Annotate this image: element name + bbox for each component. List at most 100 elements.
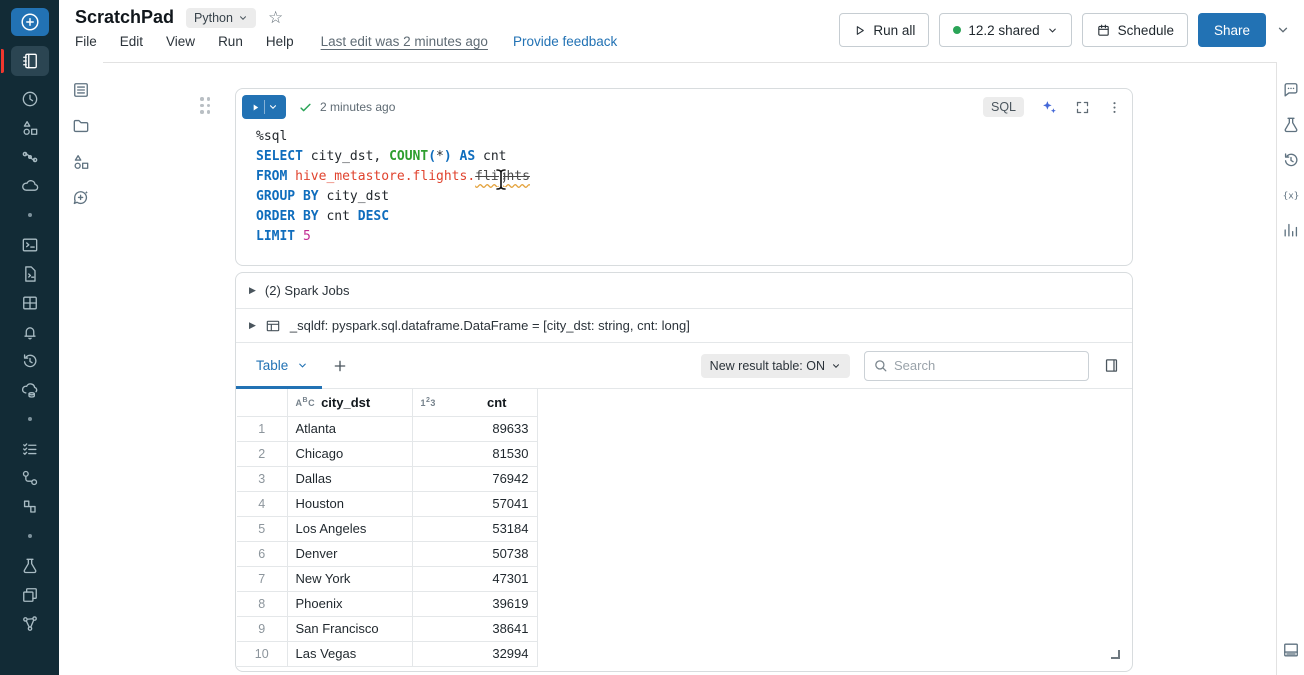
models-icon[interactable] — [19, 584, 41, 606]
catalog-icon[interactable] — [70, 151, 92, 173]
menu-item-help[interactable]: Help — [266, 34, 294, 49]
databricks-notebook-app: ScratchPad Python ☆ FileEditViewRunHelp … — [0, 0, 1304, 675]
row-number: 9 — [237, 616, 287, 641]
add-visualization-button[interactable] — [332, 358, 348, 374]
cell-cnt: 89633 — [412, 416, 537, 441]
dashboards-icon[interactable] — [19, 292, 41, 314]
side-panel-icon[interactable] — [1103, 357, 1120, 374]
header-divider — [103, 62, 1304, 63]
pipelines-icon[interactable] — [19, 496, 41, 518]
section-separator-dot — [28, 534, 32, 538]
cell-city: Chicago — [287, 441, 412, 466]
sqldf-toggle[interactable]: ▶ _sqldf: pyspark.sql.dataframe.DataFram… — [236, 309, 1132, 343]
cell-cnt: 81530 — [412, 441, 537, 466]
cell-cnt: 39619 — [412, 591, 537, 616]
cell-cnt: 47301 — [412, 566, 537, 591]
chevron-down-icon — [238, 13, 248, 23]
cell-city: Dallas — [287, 466, 412, 491]
chevron-down-icon — [268, 102, 278, 112]
caret-right-icon: ▶ — [249, 285, 256, 296]
fullscreen-icon[interactable] — [1075, 100, 1090, 115]
active-tab-underline — [236, 386, 322, 389]
experiments-flask-icon[interactable] — [19, 555, 41, 577]
menu-item-run[interactable]: Run — [218, 34, 243, 49]
results-search — [864, 351, 1089, 381]
table-row: 9San Francisco38641 — [237, 616, 537, 641]
table-row: 10Las Vegas32994 — [237, 641, 537, 666]
play-icon — [250, 102, 261, 113]
sidebar-item-workspace-active[interactable] — [11, 46, 49, 76]
caret-right-icon: ▶ — [249, 320, 256, 331]
play-icon — [853, 24, 866, 37]
feature-store-icon[interactable] — [19, 613, 41, 635]
sqldf-label: _sqldf: pyspark.sql.dataframe.DataFrame … — [290, 318, 690, 333]
section-separator-dot — [28, 213, 32, 217]
charts-icon[interactable] — [1281, 220, 1301, 240]
alerts-bell-icon[interactable] — [19, 321, 41, 343]
version-history-icon[interactable] — [1281, 150, 1301, 170]
clusters-cloud-icon[interactable] — [19, 175, 41, 197]
job-runs-icon[interactable] — [19, 438, 41, 460]
recents-clock-icon[interactable] — [19, 88, 41, 110]
folder-icon[interactable] — [70, 115, 92, 137]
language-selector[interactable]: Python — [186, 8, 256, 28]
sql-editor-icon[interactable] — [19, 234, 41, 256]
bottom-panel-icon[interactable] — [1281, 640, 1301, 660]
column-header-city_dst[interactable]: ABCcity_dst — [287, 389, 412, 416]
provide-feedback-link[interactable]: Provide feedback — [513, 34, 617, 49]
run-all-button[interactable]: Run all — [839, 13, 929, 47]
experiments-flask-icon[interactable] — [1281, 115, 1301, 135]
cell-menu-kebab-icon[interactable] — [1107, 100, 1122, 115]
sql-code-editor[interactable]: %sqlSELECT city_dst, COUNT(*) AS cntFROM… — [256, 127, 530, 247]
chevron-down-icon — [831, 361, 841, 371]
cell-drag-handle[interactable] — [200, 97, 214, 114]
dataframe-table-icon — [265, 318, 281, 334]
code-line: LIMIT 5 — [256, 227, 530, 247]
svg-text:{x}: {x} — [1282, 190, 1299, 201]
row-number: 6 — [237, 541, 287, 566]
favorite-star-icon[interactable]: ☆ — [268, 9, 283, 26]
queries-icon[interactable] — [19, 263, 41, 285]
row-number: 1 — [237, 416, 287, 441]
spark-jobs-label: (2) Spark Jobs — [265, 283, 350, 298]
tab-table[interactable]: Table — [256, 358, 308, 373]
cell-language-badge[interactable]: SQL — [983, 97, 1024, 117]
active-indicator — [1, 49, 4, 73]
new-button[interactable] — [11, 8, 49, 36]
query-history-icon[interactable] — [19, 350, 41, 372]
menu-item-file[interactable]: File — [75, 34, 97, 49]
ml-flow-icon[interactable] — [19, 146, 41, 168]
search-icon — [873, 358, 888, 373]
comments-icon[interactable] — [1281, 80, 1301, 100]
workflows-icon[interactable] — [19, 467, 41, 489]
table-row: 2Chicago81530 — [237, 441, 537, 466]
cluster-selector[interactable]: 12.2 shared — [939, 13, 1071, 47]
row-number: 4 — [237, 491, 287, 516]
menu-item-edit[interactable]: Edit — [120, 34, 143, 49]
toc-icon[interactable] — [70, 79, 92, 101]
assistant-sparkle-icon[interactable] — [1041, 99, 1058, 116]
column-header-cnt[interactable]: 123cnt — [412, 389, 537, 416]
schedule-button[interactable]: Schedule — [1082, 13, 1188, 47]
menu-item-view[interactable]: View — [166, 34, 195, 49]
dtype-number-icon: 123 — [421, 397, 436, 408]
variables-icon[interactable]: {x} — [1281, 185, 1301, 205]
search-input[interactable] — [894, 358, 1064, 373]
table-row: 5Los Angeles53184 — [237, 516, 537, 541]
run-cell-button[interactable] — [242, 95, 286, 119]
header-more-chevron[interactable] — [1276, 23, 1290, 37]
cell-cnt: 38641 — [412, 616, 537, 641]
data-ingestion-icon[interactable] — [19, 379, 41, 401]
cell-city: Los Angeles — [287, 516, 412, 541]
spark-jobs-toggle[interactable]: ▶ (2) Spark Jobs — [236, 273, 1132, 309]
catalog-icon[interactable] — [19, 117, 41, 139]
new-result-table-toggle[interactable]: New result table: ON — [701, 354, 850, 378]
last-edit-status[interactable]: Last edit was 2 minutes ago — [321, 34, 488, 49]
cell-city: New York — [287, 566, 412, 591]
results-resize-handle[interactable] — [1111, 650, 1120, 659]
assistant-icon[interactable] — [70, 187, 92, 209]
share-button[interactable]: Share — [1198, 13, 1266, 47]
code-cell: 2 minutes ago SQL %sqlSELECT city_dst, C… — [235, 88, 1133, 266]
cell-run-time: 2 minutes ago — [320, 100, 395, 114]
workspace-sidebar — [59, 62, 103, 675]
